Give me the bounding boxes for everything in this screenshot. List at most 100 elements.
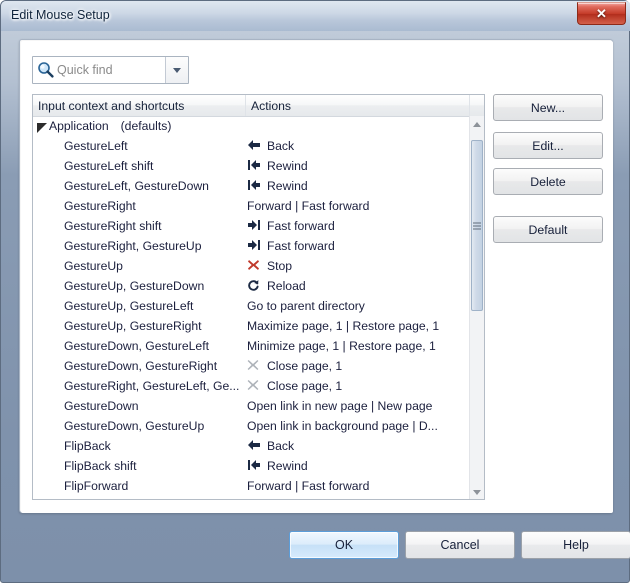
row-context-cell: GestureDown, GestureLeft [33, 339, 246, 353]
row-action-label: Stop [267, 259, 293, 273]
row-action-label: Back [267, 439, 295, 453]
row-context-label: GestureUp, GestureRight [64, 319, 202, 333]
search-icon [33, 57, 57, 83]
close-icon: ✕ [596, 5, 607, 21]
row-context-cell: GestureLeft [33, 139, 246, 153]
table-row[interactable]: GestureRight Forward | Fast forward [33, 196, 469, 216]
row-action-cell: Forward | Fast forward [246, 479, 469, 493]
expander-icon[interactable] [36, 121, 47, 133]
row-action-cell: Fast forward [246, 219, 469, 233]
row-action-label: Minimize page, 1 | Restore page, 1 [247, 339, 436, 353]
list-group-label: Application [49, 119, 109, 133]
search-placeholder: Quick find [57, 63, 113, 77]
row-action-label: Rewind [267, 459, 308, 473]
row-context-label: GestureLeft, GestureDown [64, 179, 209, 193]
row-context-cell: GestureLeft, GestureDown [33, 179, 246, 193]
row-context-label: GestureRight [64, 199, 136, 213]
list-group-row[interactable]: Application (defaults) [33, 116, 469, 136]
row-action-cell: Close page, 1 [246, 359, 469, 373]
back-arrow-icon [247, 439, 263, 453]
row-action-cell: Forward | Fast forward [246, 199, 469, 213]
table-row[interactable]: GestureDown, GestureRight Close page, 1 [33, 356, 469, 376]
list-group-sublabel: (defaults) [120, 119, 172, 133]
row-action-cell: Close page, 1 [246, 379, 469, 393]
delete-button-label: Delete [530, 174, 566, 189]
column-header-filler [470, 95, 484, 116]
table-row[interactable]: GestureRight, GestureUp Fast forward [33, 236, 469, 256]
column-header-actions[interactable]: Actions [246, 95, 470, 116]
table-row[interactable]: GestureUp Stop [33, 256, 469, 276]
table-row[interactable]: GestureDown Open link in new page | New p… [33, 396, 469, 416]
table-row[interactable]: GestureDown, GestureLeft Minimize page, 1… [33, 336, 469, 356]
row-context-cell: FlipForward [33, 479, 246, 493]
shortcuts-listview[interactable]: Input context and shortcuts Actions Appl… [32, 94, 485, 500]
column-header-context-label: Input context and shortcuts [38, 98, 185, 113]
row-context-label: FlipBack shift [64, 459, 137, 473]
row-action-cell: Open link in background page | D... [246, 419, 469, 433]
row-action-cell: Go to parent directory [246, 299, 469, 313]
row-context-cell: GestureRight shift [33, 219, 246, 233]
ok-button[interactable]: OK [289, 531, 399, 559]
row-action-label: Reload [267, 279, 306, 293]
table-row[interactable]: FlipBack Back [33, 436, 469, 456]
vertical-scrollbar[interactable] [469, 116, 484, 499]
rewind-icon [247, 459, 263, 473]
table-row[interactable]: GestureUp, GestureRight Maximize page, 1 … [33, 316, 469, 336]
help-button[interactable]: Help [521, 531, 630, 559]
arrow-up-icon [473, 121, 481, 127]
row-context-cell: GestureRight, GestureUp [33, 239, 246, 253]
row-action-cell: Back [246, 139, 469, 153]
search-input[interactable]: Quick find [32, 56, 189, 84]
fast-forward-icon [247, 219, 263, 233]
row-action-label: Open link in new page | New page [247, 399, 433, 413]
row-context-cell: GestureRight, GestureLeft, Ge... [33, 379, 246, 393]
table-row[interactable]: GestureRight shift Fast forward [33, 216, 469, 236]
row-action-label: Back [267, 139, 295, 153]
row-action-label: Maximize page, 1 | Restore page, 1 [247, 319, 440, 333]
row-context-label: GestureLeft [64, 139, 128, 153]
row-context-label: GestureDown, GestureLeft [64, 339, 209, 353]
edit-button[interactable]: Edit... [493, 132, 603, 159]
arrow-down-icon [473, 489, 481, 495]
table-row[interactable]: GestureLeft, GestureDown Rewind [33, 176, 469, 196]
table-row[interactable]: GestureDown, GestureUp Open link in backg… [33, 416, 469, 436]
row-context-label: FlipBack [64, 439, 111, 453]
table-row[interactable]: GestureUp, GestureLeft Go to parent direc… [33, 296, 469, 316]
table-row[interactable]: GestureLeft Back [33, 136, 469, 156]
row-context-label: GestureDown [64, 399, 139, 413]
column-header-actions-label: Actions [251, 98, 291, 113]
cancel-button[interactable]: Cancel [405, 531, 515, 559]
row-action-label: Close page, 1 [267, 359, 343, 373]
table-row[interactable]: GestureUp, GestureDown Reload [33, 276, 469, 296]
row-context-label: GestureDown, GestureRight [64, 359, 218, 373]
row-context-cell: GestureDown, GestureRight [33, 359, 246, 373]
row-context-label: GestureDown, GestureUp [64, 419, 205, 433]
scroll-down-button[interactable] [470, 484, 484, 499]
rewind-icon [247, 159, 263, 173]
row-context-label: GestureUp, GestureLeft [64, 299, 194, 313]
column-header-context[interactable]: Input context and shortcuts [33, 95, 246, 116]
row-action-cell: Reload [246, 279, 469, 293]
table-row[interactable]: GestureLeft shift Rewind [33, 156, 469, 176]
table-row[interactable]: GestureRight, GestureLeft, Ge... Close pa… [33, 376, 469, 396]
scroll-up-button[interactable] [470, 116, 484, 132]
row-action-label: Close page, 1 [267, 379, 343, 393]
scrollbar-thumb[interactable] [471, 140, 483, 311]
search-dropdown-button[interactable] [165, 57, 188, 83]
table-row[interactable]: FlipBack shift Rewind [33, 456, 469, 476]
row-context-label: FlipForward [64, 479, 129, 493]
row-context-cell: FlipBack shift [33, 459, 246, 473]
close-page-icon [247, 359, 263, 373]
delete-button[interactable]: Delete [493, 168, 603, 195]
row-action-label: Open link in background page | D... [247, 419, 438, 433]
table-row[interactable]: FlipForward Forward | Fast forward [33, 476, 469, 496]
row-context-cell: GestureUp [33, 259, 246, 273]
new-button[interactable]: New... [493, 94, 603, 121]
dialog-window: Edit Mouse Setup ✕ Quick find Input cont… [0, 0, 630, 583]
row-action-cell: Open link in new page | New page [246, 399, 469, 413]
help-button-label: Help [563, 538, 589, 552]
list-group-context-cell: Application (defaults) [33, 119, 246, 133]
close-button[interactable]: ✕ [577, 2, 626, 25]
titlebar: Edit Mouse Setup ✕ [1, 1, 630, 31]
default-button[interactable]: Default [493, 216, 603, 243]
